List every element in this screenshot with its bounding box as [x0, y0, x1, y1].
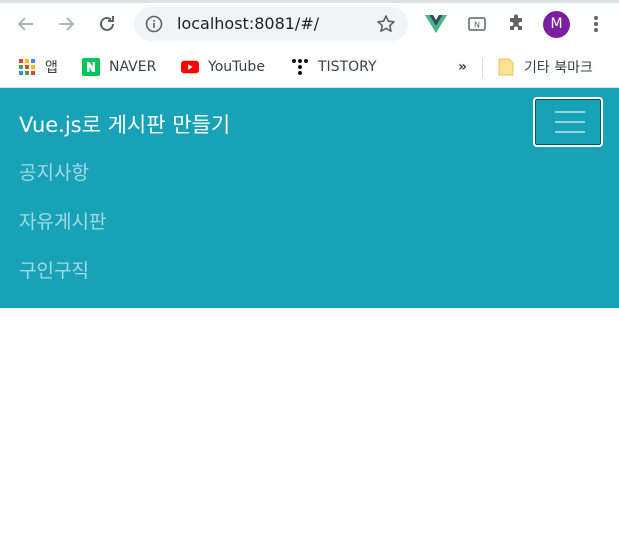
nav-link-notice[interactable]: 공지사항 — [19, 160, 89, 186]
browser-menu-button[interactable] — [584, 12, 608, 36]
kebab-menu-icon — [594, 16, 598, 32]
naver-ext-icon: N — [468, 17, 486, 31]
arrow-right-icon — [59, 17, 75, 31]
forward-button[interactable] — [53, 11, 79, 37]
back-button[interactable] — [13, 11, 39, 37]
bookmark-apps[interactable]: 앱 — [18, 56, 58, 78]
bookmarks-overflow[interactable]: » — [458, 56, 467, 78]
bookmark-label: TISTORY — [318, 59, 377, 75]
bookmark-label: NAVER — [109, 59, 157, 75]
hamburger-icon-bar — [555, 131, 585, 133]
apps-grid-icon — [18, 58, 36, 76]
navbar-brand[interactable]: Vue.js로 게시판 만들기 — [19, 110, 230, 140]
address-bar[interactable]: localhost:8081/#/ — [134, 7, 408, 41]
vue-devtools-extension[interactable] — [424, 12, 448, 36]
vue-logo-icon — [425, 15, 447, 33]
bookmark-label: 기타 북마크 — [524, 60, 593, 76]
bookmark-separator — [482, 58, 483, 78]
navbar-toggler-button[interactable] — [533, 97, 603, 147]
app-navbar: Vue.js로 게시판 만들기 공지사항 자유게시판 구인구직 — [0, 88, 619, 308]
extensions-button[interactable] — [504, 12, 528, 36]
info-icon[interactable] — [145, 15, 163, 33]
bookmark-star-icon[interactable] — [376, 14, 396, 34]
naver-icon — [82, 58, 100, 76]
puzzle-icon — [510, 14, 522, 30]
tab-strip-edge — [0, 0, 619, 3]
bookmark-label: 앱 — [45, 60, 58, 76]
nav-link-free-board[interactable]: 자유게시판 — [19, 209, 106, 235]
url-text[interactable]: localhost:8081/#/ — [177, 14, 319, 34]
profile-avatar[interactable]: M — [543, 11, 570, 38]
reload-icon — [100, 16, 114, 31]
page-content — [0, 308, 619, 550]
bookmarks-bar: 앱 NAVER YouTube TISTORY » 기타 북마크 — [0, 48, 619, 88]
other-bookmarks[interactable]: 기타 북마크 — [497, 56, 593, 78]
folder-icon — [497, 58, 515, 76]
bookmark-label: YouTube — [208, 59, 265, 75]
hamburger-icon-bar — [555, 121, 585, 123]
youtube-icon — [181, 58, 199, 76]
bookmark-naver[interactable]: NAVER — [82, 56, 156, 78]
svg-text:N: N — [474, 21, 480, 30]
nav-link-jobs[interactable]: 구인구직 — [19, 258, 89, 284]
arrow-left-icon — [17, 17, 33, 31]
reload-button[interactable] — [94, 11, 120, 37]
tistory-icon — [291, 58, 309, 76]
bookmark-tistory[interactable]: TISTORY — [291, 56, 377, 78]
naver-extension[interactable]: N — [465, 12, 489, 36]
browser-toolbar: localhost:8081/#/ N M — [0, 0, 619, 48]
hamburger-icon-bar — [555, 111, 585, 113]
bookmark-youtube[interactable]: YouTube — [181, 56, 265, 78]
